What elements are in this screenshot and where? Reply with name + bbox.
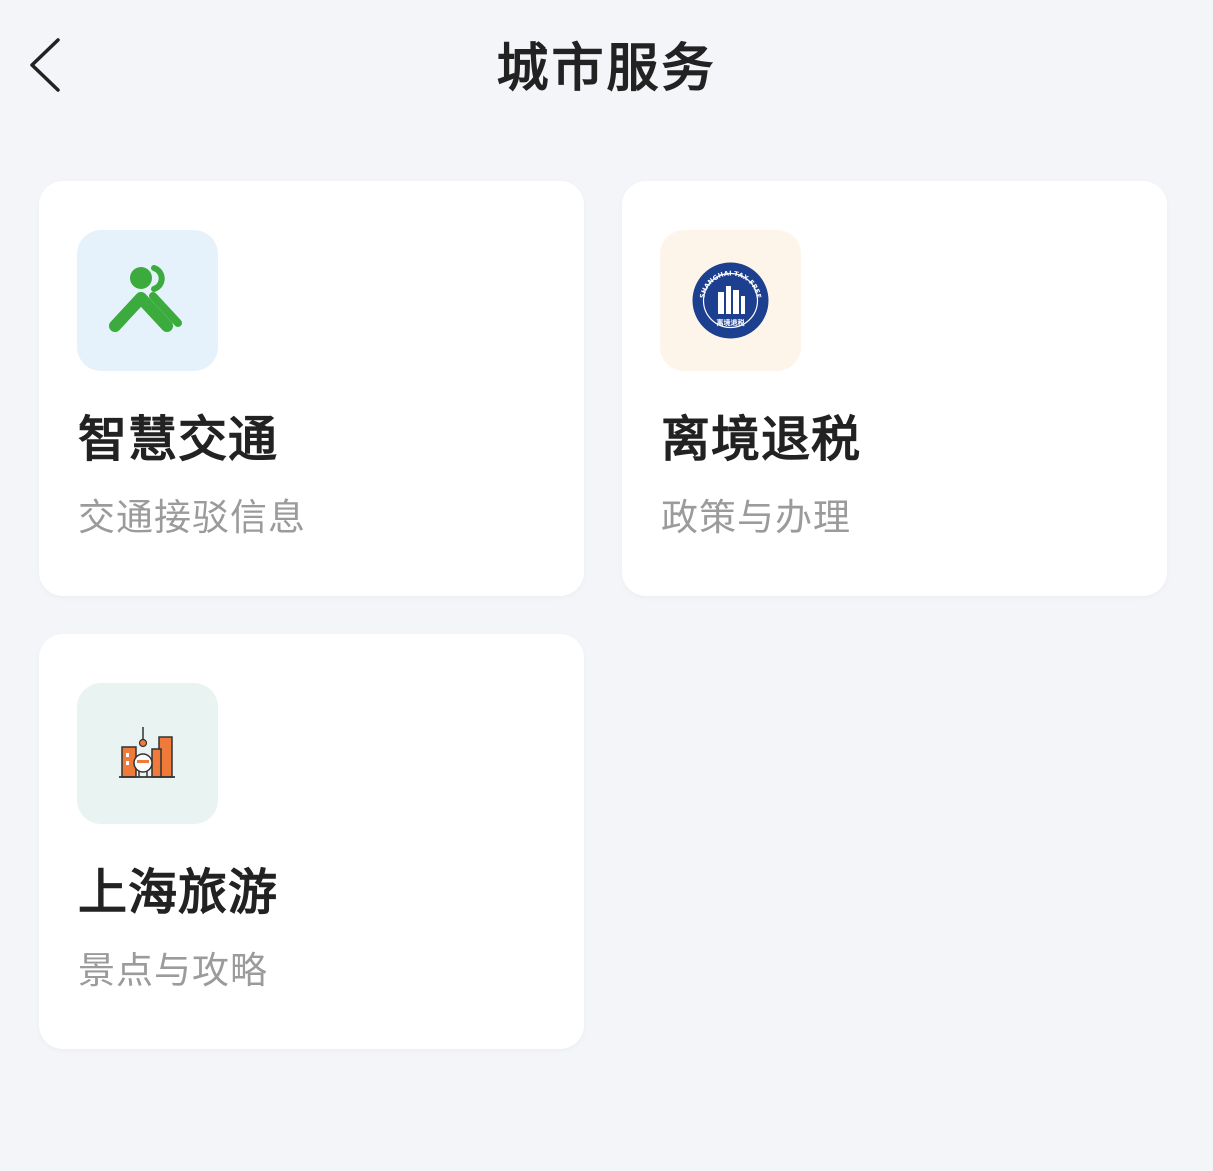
service-card-shanghai-travel[interactable]: 上海旅游 景点与攻略 bbox=[39, 634, 584, 1049]
icon-container bbox=[77, 230, 218, 371]
card-title: 上海旅游 bbox=[78, 864, 279, 921]
card-title: 离境退税 bbox=[661, 411, 862, 468]
page-title: 城市服务 bbox=[496, 39, 717, 99]
card-subtitle: 景点与攻略 bbox=[78, 949, 268, 992]
card-subtitle: 交通接驳信息 bbox=[78, 496, 306, 539]
service-card-smart-traffic[interactable]: 智慧交通 交通接驳信息 bbox=[39, 181, 584, 596]
icon-container bbox=[77, 683, 218, 824]
icon-container: SHANGHAI TAX FREE 离境退税 bbox=[660, 230, 801, 371]
metro-people-icon bbox=[109, 265, 182, 332]
card-subtitle: 政策与办理 bbox=[661, 496, 851, 539]
shanghai-tax-free-seal-icon: SHANGHAI TAX FREE 离境退税 bbox=[692, 262, 769, 339]
service-card-tax-refund[interactable]: SHANGHAI TAX FREE 离境退税 离境退税 政策与办理 bbox=[622, 181, 1167, 596]
svg-text:离境退税: 离境退税 bbox=[717, 318, 745, 327]
shanghai-skyline-icon bbox=[119, 727, 175, 778]
top-bar: 城市服务 bbox=[0, 0, 1213, 140]
card-title: 智慧交通 bbox=[78, 411, 279, 468]
